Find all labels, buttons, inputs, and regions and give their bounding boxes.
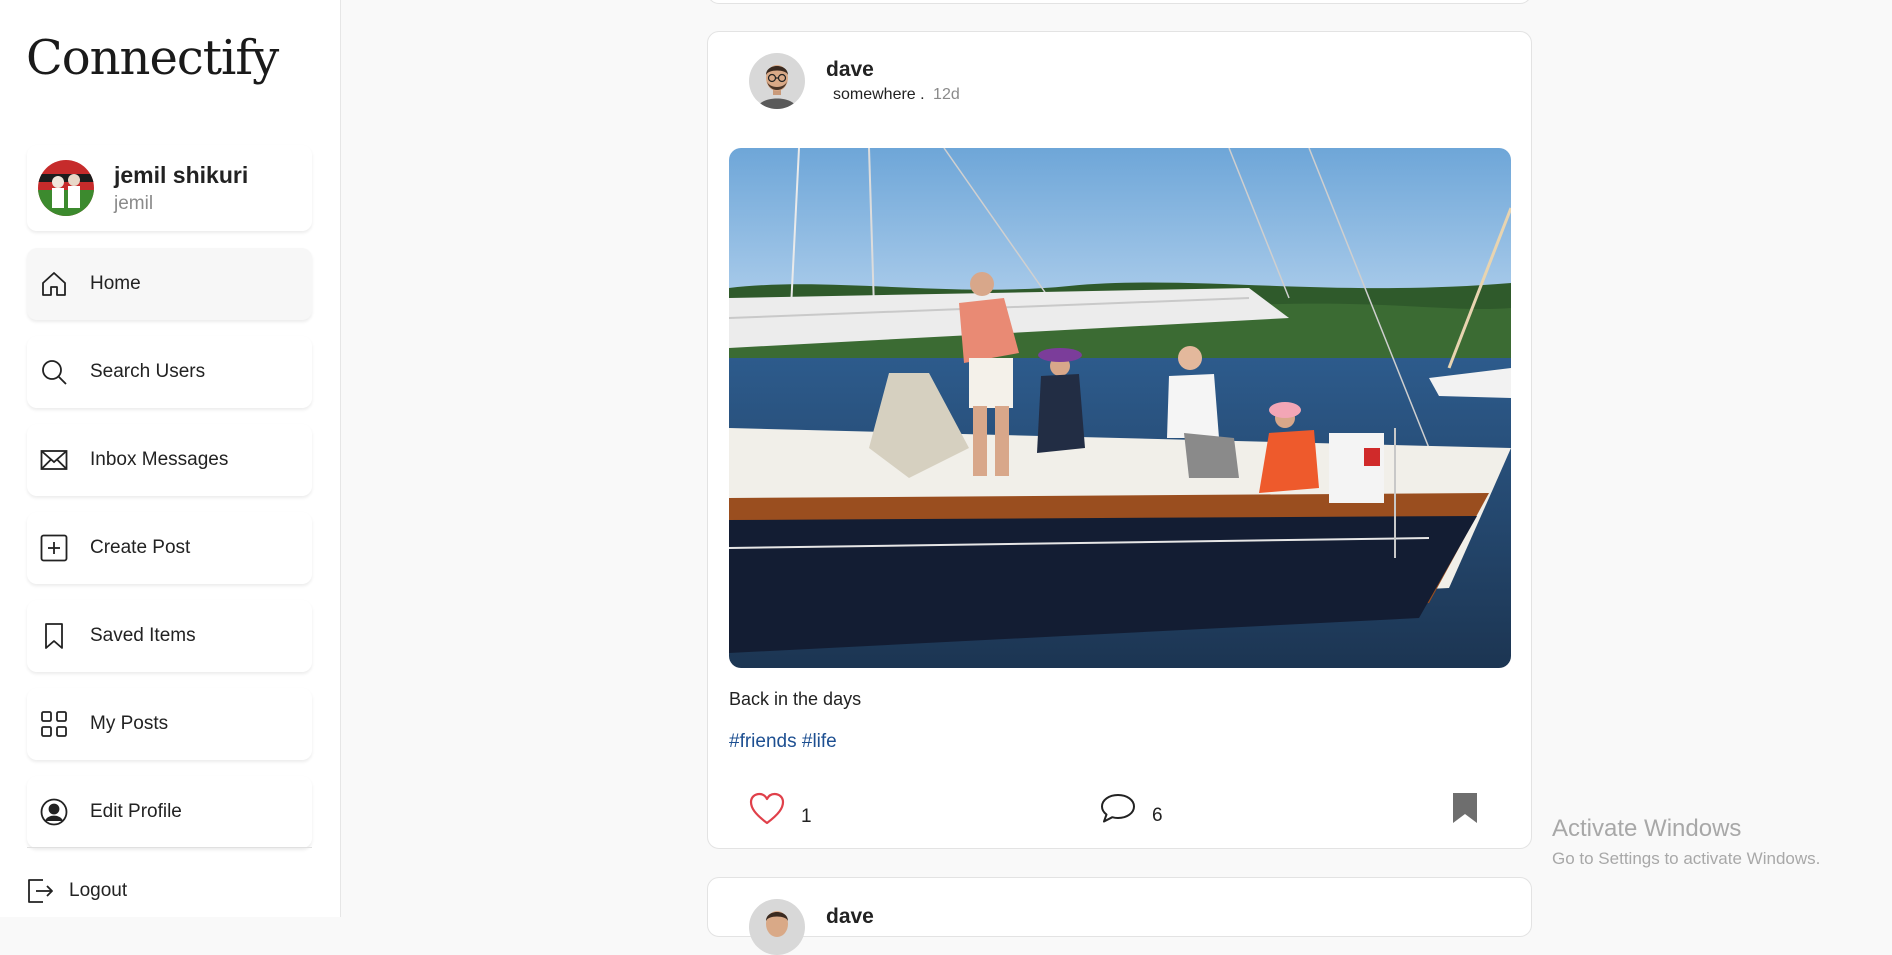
- nav-item-saved-items[interactable]: Saved Items: [27, 600, 312, 672]
- nav-item-create-post[interactable]: Create Post: [27, 512, 312, 584]
- nav-item-inbox-messages[interactable]: Inbox Messages: [27, 424, 312, 496]
- search-icon: [39, 357, 69, 387]
- previous-post-card: [707, 0, 1532, 4]
- divider: [27, 847, 312, 848]
- bookmark-filled-icon: [1451, 792, 1479, 829]
- heart-icon: [749, 792, 785, 831]
- post-author-name[interactable]: dave: [826, 58, 960, 82]
- post-header: dave somewhere . 12d: [749, 53, 960, 109]
- post-actions: 1 6: [708, 792, 1531, 842]
- mail-icon: [39, 445, 69, 475]
- app-logo[interactable]: Connectify: [26, 30, 279, 86]
- profile-card[interactable]: jemil shikuri jemil: [27, 145, 312, 231]
- comment-button[interactable]: 6: [1100, 792, 1163, 829]
- profile-handle: jemil: [114, 192, 154, 214]
- profile-name: jemil shikuri: [114, 161, 249, 188]
- plus-square-icon: [39, 533, 69, 563]
- comment-icon: [1100, 792, 1136, 829]
- logout-button[interactable]: Logout: [25, 876, 127, 906]
- comment-count: 6: [1152, 804, 1163, 826]
- watermark-title: Activate Windows: [1552, 815, 1742, 842]
- nav-label: Edit Profile: [90, 801, 182, 822]
- logout-label: Logout: [69, 880, 128, 901]
- like-button[interactable]: 1: [749, 792, 812, 831]
- sidebar: Connectify jemil shikuri jemil Home Sear…: [0, 0, 341, 917]
- nav-label: Saved Items: [90, 625, 196, 646]
- post-image[interactable]: [729, 148, 1511, 668]
- post-caption: Back in the days: [729, 689, 862, 709]
- nav-item-my-posts[interactable]: My Posts: [27, 688, 312, 760]
- post-location: somewhere .: [833, 86, 925, 103]
- sidebar-nav: Home Search Users Inbox Messages Create …: [27, 248, 312, 864]
- post-author-avatar[interactable]: [749, 53, 805, 109]
- nav-label: Create Post: [90, 537, 191, 558]
- next-post-author-avatar[interactable]: [749, 899, 805, 955]
- grid-icon: [39, 709, 69, 739]
- nav-item-search-users[interactable]: Search Users: [27, 336, 312, 408]
- post-subtitle: somewhere . 12d: [826, 86, 960, 104]
- save-post-button[interactable]: [1451, 792, 1479, 829]
- home-icon: [39, 269, 69, 299]
- activate-windows-watermark: Activate Windows Go to Settings to activ…: [1552, 815, 1820, 869]
- nav-label: Home: [90, 273, 141, 294]
- nav-label: Inbox Messages: [90, 449, 229, 470]
- bookmark-icon: [39, 621, 69, 651]
- nav-item-home[interactable]: Home: [27, 248, 312, 320]
- next-post-author-name[interactable]: dave: [826, 905, 874, 929]
- nav-label: My Posts: [90, 713, 169, 734]
- post-hashtags[interactable]: #friends #life: [729, 731, 837, 753]
- logout-icon: [25, 876, 55, 906]
- post-time: 12d: [933, 86, 960, 103]
- user-circle-icon: [39, 797, 69, 827]
- watermark-subtitle: Go to Settings to activate Windows.: [1552, 849, 1821, 868]
- nav-label: Search Users: [90, 361, 206, 382]
- nav-item-edit-profile[interactable]: Edit Profile: [27, 776, 312, 848]
- like-count: 1: [801, 805, 812, 827]
- next-post-card: dave: [707, 877, 1532, 955]
- post-card: dave somewhere . 12d Back in the days #f…: [707, 31, 1532, 849]
- profile-avatar: [38, 160, 94, 216]
